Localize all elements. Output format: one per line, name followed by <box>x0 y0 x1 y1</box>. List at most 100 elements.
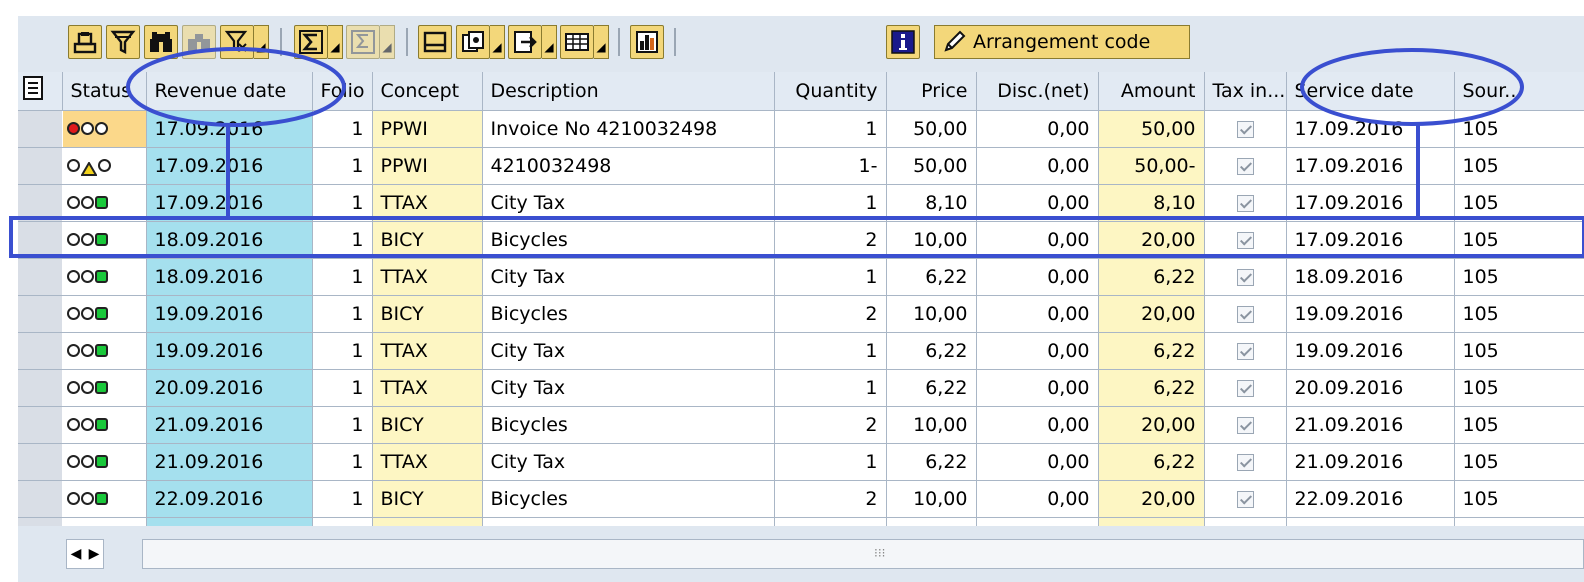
scroll-left-icon[interactable]: ◀ <box>71 546 82 562</box>
cell-tax[interactable] <box>1204 443 1287 481</box>
cell-service-date[interactable]: 19.09.2016 <box>1286 332 1455 370</box>
cell-service-date[interactable]: 17.09.2016 <box>1286 147 1455 185</box>
cell-source[interactable]: 105 <box>1454 184 1584 222</box>
cell-folio[interactable]: 1 <box>312 443 373 481</box>
cell-price[interactable]: 10,00 <box>886 480 977 518</box>
cell-disc[interactable]: 0,00 <box>976 184 1099 222</box>
cell-concept[interactable]: BICY <box>372 406 483 444</box>
select-layout-dropdown[interactable]: ◢ <box>594 25 609 59</box>
cell-revenue-date[interactable]: 18.09.2016 <box>146 221 313 259</box>
cell-concept[interactable]: BICY <box>372 221 483 259</box>
cell-price[interactable]: 8,10 <box>886 184 977 222</box>
details-button[interactable] <box>68 25 102 59</box>
cell-service-date[interactable]: 20.09.2016 <box>1286 369 1455 407</box>
cell-revenue-date[interactable]: 19.09.2016 <box>146 295 313 333</box>
cell-revenue-date[interactable]: 17.09.2016 <box>146 147 313 185</box>
cell-source[interactable]: 105 <box>1454 406 1584 444</box>
select-all-button[interactable] <box>18 72 63 111</box>
cell-service-date[interactable]: 18.09.2016 <box>1286 258 1455 296</box>
cell-disc[interactable]: 0,00 <box>976 443 1099 481</box>
cell-concept[interactable]: TTAX <box>372 184 483 222</box>
cell-folio[interactable]: 1 <box>312 258 373 296</box>
cell-amount[interactable]: 6,22 <box>1098 443 1205 481</box>
col-folio[interactable]: Folio <box>312 72 373 111</box>
cell-price[interactable]: 50,00 <box>886 110 977 148</box>
tax-included-checkbox[interactable] <box>1236 342 1254 360</box>
cell-amount[interactable]: 20,00 <box>1098 295 1205 333</box>
row-selector[interactable] <box>18 443 63 481</box>
cell-amount[interactable]: 8,10 <box>1098 184 1205 222</box>
cell-description[interactable]: 4210032498 <box>482 147 775 185</box>
cell-tax[interactable] <box>1204 480 1287 518</box>
cell-folio[interactable]: 1 <box>312 406 373 444</box>
cell-disc[interactable]: 0,00 <box>976 221 1099 259</box>
export-button[interactable] <box>508 25 542 59</box>
cell-quantity[interactable]: 2 <box>774 295 887 333</box>
cell-price[interactable]: 6,22 <box>886 258 977 296</box>
tax-included-checkbox[interactable] <box>1236 416 1254 434</box>
cell-amount[interactable]: 6,22 <box>1098 258 1205 296</box>
print-preview-button[interactable] <box>418 25 452 59</box>
row-selector[interactable] <box>18 221 63 259</box>
cell-description[interactable]: Bicycles <box>482 221 775 259</box>
table-row[interactable]: 19.09.2016 1 TTAX City Tax 1 6,22 0,00 6,22 19.0… <box>18 332 1584 370</box>
cell-disc[interactable]: 0,00 <box>976 258 1099 296</box>
cell-source[interactable]: 105 <box>1454 332 1584 370</box>
cell-folio[interactable]: 1 <box>312 295 373 333</box>
cell-tax[interactable] <box>1204 406 1287 444</box>
find-button[interactable] <box>144 25 178 59</box>
cell-folio[interactable]: 1 <box>312 147 373 185</box>
cell-disc[interactable]: 0,00 <box>976 480 1099 518</box>
cell-description[interactable]: Bicycles <box>482 406 775 444</box>
cell-price[interactable]: 6,22 <box>886 443 977 481</box>
table-row[interactable]: 17.09.2016 1 PPWI Invoice No 4210032498 1 50,… <box>18 110 1584 148</box>
cell-quantity[interactable]: 1 <box>774 258 887 296</box>
row-selector[interactable] <box>18 332 63 370</box>
table-row[interactable]: 21.09.2016 1 TTAX City Tax 1 6,22 0,00 6,22 21.0… <box>18 443 1584 481</box>
cell-description[interactable]: Invoice No 4210032498 <box>482 110 775 148</box>
select-layout-button[interactable] <box>560 25 594 59</box>
row-selector[interactable] <box>18 184 63 222</box>
cell-quantity[interactable]: 2 <box>774 480 887 518</box>
cell-concept[interactable]: TTAX <box>372 369 483 407</box>
cell-price[interactable]: 10,00 <box>886 295 977 333</box>
cell-source[interactable]: 105 <box>1454 258 1584 296</box>
cell-description[interactable]: Bicycles <box>482 295 775 333</box>
sum-button[interactable] <box>294 25 328 59</box>
col-tax[interactable]: Tax in... <box>1204 72 1287 111</box>
cell-folio[interactable]: 1 <box>312 221 373 259</box>
table-row[interactable]: 17.09.2016 1 PPWI 4210032498 1- 50,00 0,00 50,0… <box>18 147 1584 185</box>
cell-quantity[interactable]: 1 <box>774 443 887 481</box>
cell-folio[interactable]: 1 <box>312 110 373 148</box>
cell-amount[interactable]: 20,00 <box>1098 221 1205 259</box>
cell-concept[interactable]: TTAX <box>372 332 483 370</box>
cell-description[interactable]: City Tax <box>482 443 775 481</box>
cell-disc[interactable]: 0,00 <box>976 295 1099 333</box>
find-next-button[interactable] <box>182 25 216 59</box>
cell-tax[interactable] <box>1204 369 1287 407</box>
cell-tax[interactable] <box>1204 147 1287 185</box>
scroll-track[interactable] <box>142 539 1584 569</box>
cell-concept[interactable]: BICY <box>372 480 483 518</box>
row-selector[interactable] <box>18 110 63 148</box>
cell-source[interactable]: 105 <box>1454 147 1584 185</box>
cell-price[interactable]: 50,00 <box>886 147 977 185</box>
table-row[interactable]: 17.09.2016 1 TTAX City Tax 1 8,10 0,00 8,10 17.0… <box>18 184 1584 222</box>
cell-quantity[interactable]: 1 <box>774 332 887 370</box>
cell-disc[interactable]: 0,00 <box>976 332 1099 370</box>
cell-revenue-date[interactable]: 21.09.2016 <box>146 406 313 444</box>
cell-description[interactable]: City Tax <box>482 258 775 296</box>
col-price[interactable]: Price <box>886 72 977 111</box>
col-status[interactable]: Status <box>62 72 147 111</box>
col-description[interactable]: Description <box>482 72 775 111</box>
tax-included-checkbox[interactable] <box>1236 157 1254 175</box>
tax-included-checkbox[interactable] <box>1236 120 1254 138</box>
row-selector[interactable] <box>18 295 63 333</box>
cell-amount[interactable]: 50,00 <box>1098 110 1205 148</box>
cell-disc[interactable]: 0,00 <box>976 110 1099 148</box>
export-dropdown[interactable]: ◢ <box>542 25 557 59</box>
cell-description[interactable]: City Tax <box>482 369 775 407</box>
cell-source[interactable]: 105 <box>1454 443 1584 481</box>
cell-service-date[interactable]: 17.09.2016 <box>1286 184 1455 222</box>
row-selector[interactable] <box>18 406 63 444</box>
